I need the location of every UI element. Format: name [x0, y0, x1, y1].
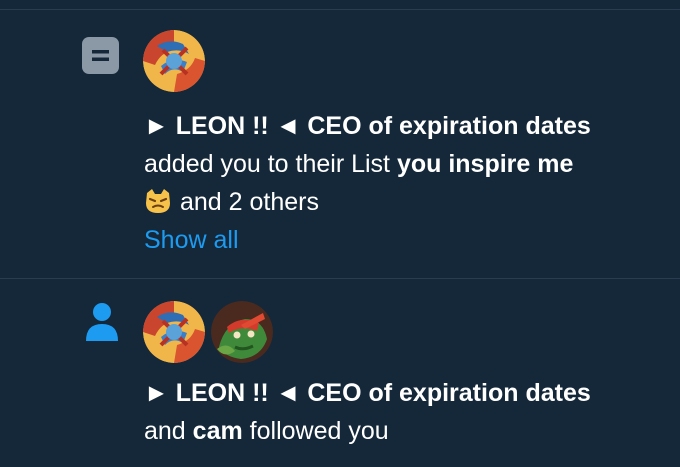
leon-avatar[interactable]	[143, 301, 205, 363]
action-text: followed you	[249, 417, 389, 445]
actor-name[interactable]: ► LEON !! ◄ CEO of expiration dates	[144, 112, 591, 140]
cat-emoji-icon	[146, 189, 170, 213]
list-icon	[82, 37, 119, 74]
notification-text: ► LEON !! ◄ CEO of expiration dates and …	[144, 374, 664, 450]
others-text: and 2 others	[180, 188, 319, 216]
person-icon	[85, 303, 119, 341]
actor-name[interactable]: ► LEON !! ◄ CEO of expiration dates	[144, 379, 591, 407]
cam-avatar[interactable]	[211, 301, 273, 363]
leon-avatar[interactable]	[143, 30, 205, 92]
list-name[interactable]: you inspire me	[397, 150, 573, 178]
second-actor-name[interactable]: cam	[193, 417, 243, 445]
action-text: added you to their List	[144, 150, 390, 178]
notifications-feed: ► LEON !! ◄ CEO of expiration dates adde…	[0, 0, 680, 467]
show-all-link[interactable]: Show all	[144, 226, 239, 254]
and-text: and	[144, 417, 186, 445]
avatar-group	[143, 30, 205, 92]
notification-list-added[interactable]: ► LEON !! ◄ CEO of expiration dates adde…	[0, 10, 680, 278]
notification-text: ► LEON !! ◄ CEO of expiration dates adde…	[144, 107, 664, 259]
avatar-group	[143, 301, 273, 363]
notification-followed[interactable]: ► LEON !! ◄ CEO of expiration dates and …	[0, 279, 680, 467]
